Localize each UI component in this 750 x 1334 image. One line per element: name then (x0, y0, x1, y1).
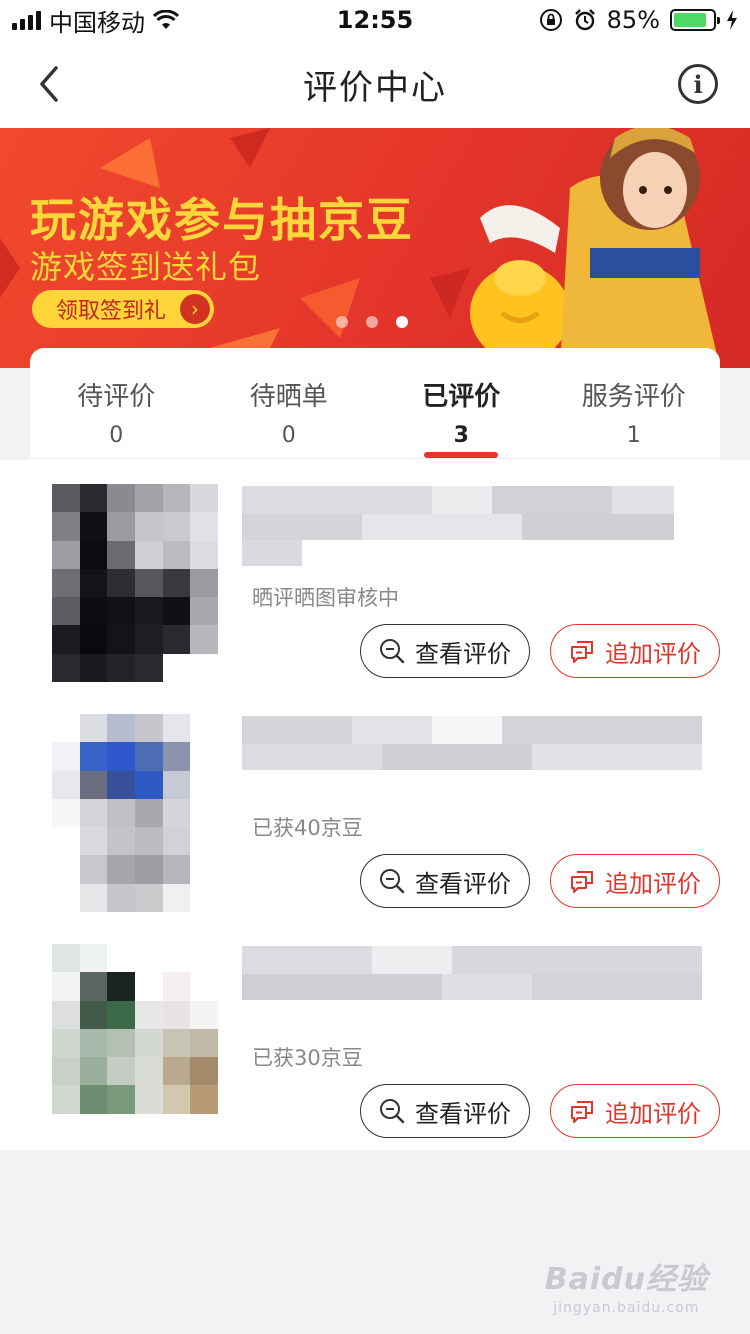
tab-pending-showcase[interactable]: 待晒单 0 (203, 348, 376, 460)
tab-service-review[interactable]: 服务评价 1 (548, 348, 721, 460)
claim-gift-button[interactable]: 领取签到礼 › (32, 290, 214, 328)
alarm-icon (574, 9, 595, 31)
tab-count: 1 (626, 423, 641, 448)
game-character-illustration (470, 128, 720, 368)
product-thumbnail[interactable] (52, 714, 218, 912)
comment-icon (571, 871, 593, 893)
status-left: 中国移动 (12, 3, 179, 38)
comment-icon (571, 641, 593, 663)
view-review-label: 查看评价 (415, 869, 511, 898)
magnifier-icon (380, 639, 405, 664)
baidu-watermark: Baidu经验 jingyan.baidu.com (545, 1254, 708, 1316)
product-title-redacted (242, 716, 702, 800)
clock: 12:55 (336, 6, 414, 34)
tab-label: 待晒单 (249, 382, 328, 412)
charging-icon (727, 10, 737, 30)
reviewed-order-list: 晒评晒图审核中 查看评价 追加评价 已获40京豆 查看评价 追加评价 已获30京… (0, 460, 750, 1150)
list-item: 晒评晒图审核中 查看评价 追加评价 (0, 460, 750, 690)
promo-banner[interactable]: 玩游戏参与抽京豆 游戏签到送礼包 领取签到礼 › (0, 128, 750, 368)
battery-icon (670, 9, 720, 31)
add-review-label: 追加评价 (605, 639, 701, 668)
comment-icon (571, 1101, 593, 1123)
magnifier-icon (380, 869, 405, 894)
tab-count: 0 (109, 423, 124, 448)
tab-label: 已评价 (422, 382, 501, 412)
banner-title: 玩游戏参与抽京豆 (30, 193, 414, 247)
product-title-redacted (242, 486, 702, 570)
wifi-icon (153, 10, 179, 29)
list-item: 已获40京豆 查看评价 追加评价 (0, 690, 750, 920)
status-right: 85% (539, 6, 738, 34)
view-review-button[interactable]: 查看评价 (360, 1084, 530, 1138)
view-review-button[interactable]: 查看评价 (360, 624, 530, 678)
tab-count: 3 (453, 423, 469, 448)
list-item: 已获30京豆 查看评价 追加评价 (0, 920, 750, 1150)
add-review-button[interactable]: 追加评价 (550, 1084, 720, 1138)
info-icon[interactable]: i (678, 64, 718, 104)
magnifier-icon (380, 1099, 405, 1124)
watermark-sub: jingyan.baidu.com (553, 1300, 700, 1316)
review-tabs: 待评价 0 待晒单 0 已评价 3 服务评价 1 (30, 348, 720, 460)
tab-pending-review[interactable]: 待评价 0 (30, 348, 203, 460)
chevron-right-icon: › (180, 294, 210, 324)
watermark-main: Baidu经验 (544, 1262, 708, 1297)
add-review-label: 追加评价 (605, 1099, 701, 1128)
review-status: 晒评晒图审核中 (252, 586, 399, 610)
reward-note: 已获40京豆 (252, 816, 363, 840)
reward-note: 已获30京豆 (252, 1046, 363, 1070)
tab-label: 待评价 (77, 382, 156, 412)
signal-icon (12, 10, 41, 30)
product-title-redacted (242, 946, 702, 1030)
tab-count: 0 (281, 423, 296, 448)
view-review-button[interactable]: 查看评价 (360, 854, 530, 908)
product-thumbnail[interactable] (52, 944, 218, 1142)
tab-label: 服务评价 (581, 382, 686, 412)
carrier-label: 中国移动 (49, 8, 145, 37)
product-thumbnail[interactable] (52, 484, 218, 682)
add-review-button[interactable]: 追加评价 (550, 624, 720, 678)
view-review-label: 查看评价 (415, 639, 511, 668)
add-review-button[interactable]: 追加评价 (550, 854, 720, 908)
claim-gift-label: 领取签到礼 (56, 299, 167, 324)
nav-bar: 评价中心 i (0, 40, 750, 128)
page-title: 评价中心 (303, 67, 447, 108)
carousel-dots (336, 316, 408, 328)
back-chevron-icon[interactable] (30, 64, 70, 104)
add-review-label: 追加评价 (605, 869, 701, 898)
view-review-label: 查看评价 (415, 1099, 511, 1128)
tabs-divider (30, 458, 720, 459)
orientation-lock-icon (539, 9, 562, 31)
tab-reviewed[interactable]: 已评价 3 (375, 348, 548, 460)
status-bar: 中国移动 12:55 85% (0, 0, 750, 40)
banner-subtitle: 游戏签到送礼包 (30, 248, 262, 286)
battery-percent: 85% (606, 6, 660, 34)
